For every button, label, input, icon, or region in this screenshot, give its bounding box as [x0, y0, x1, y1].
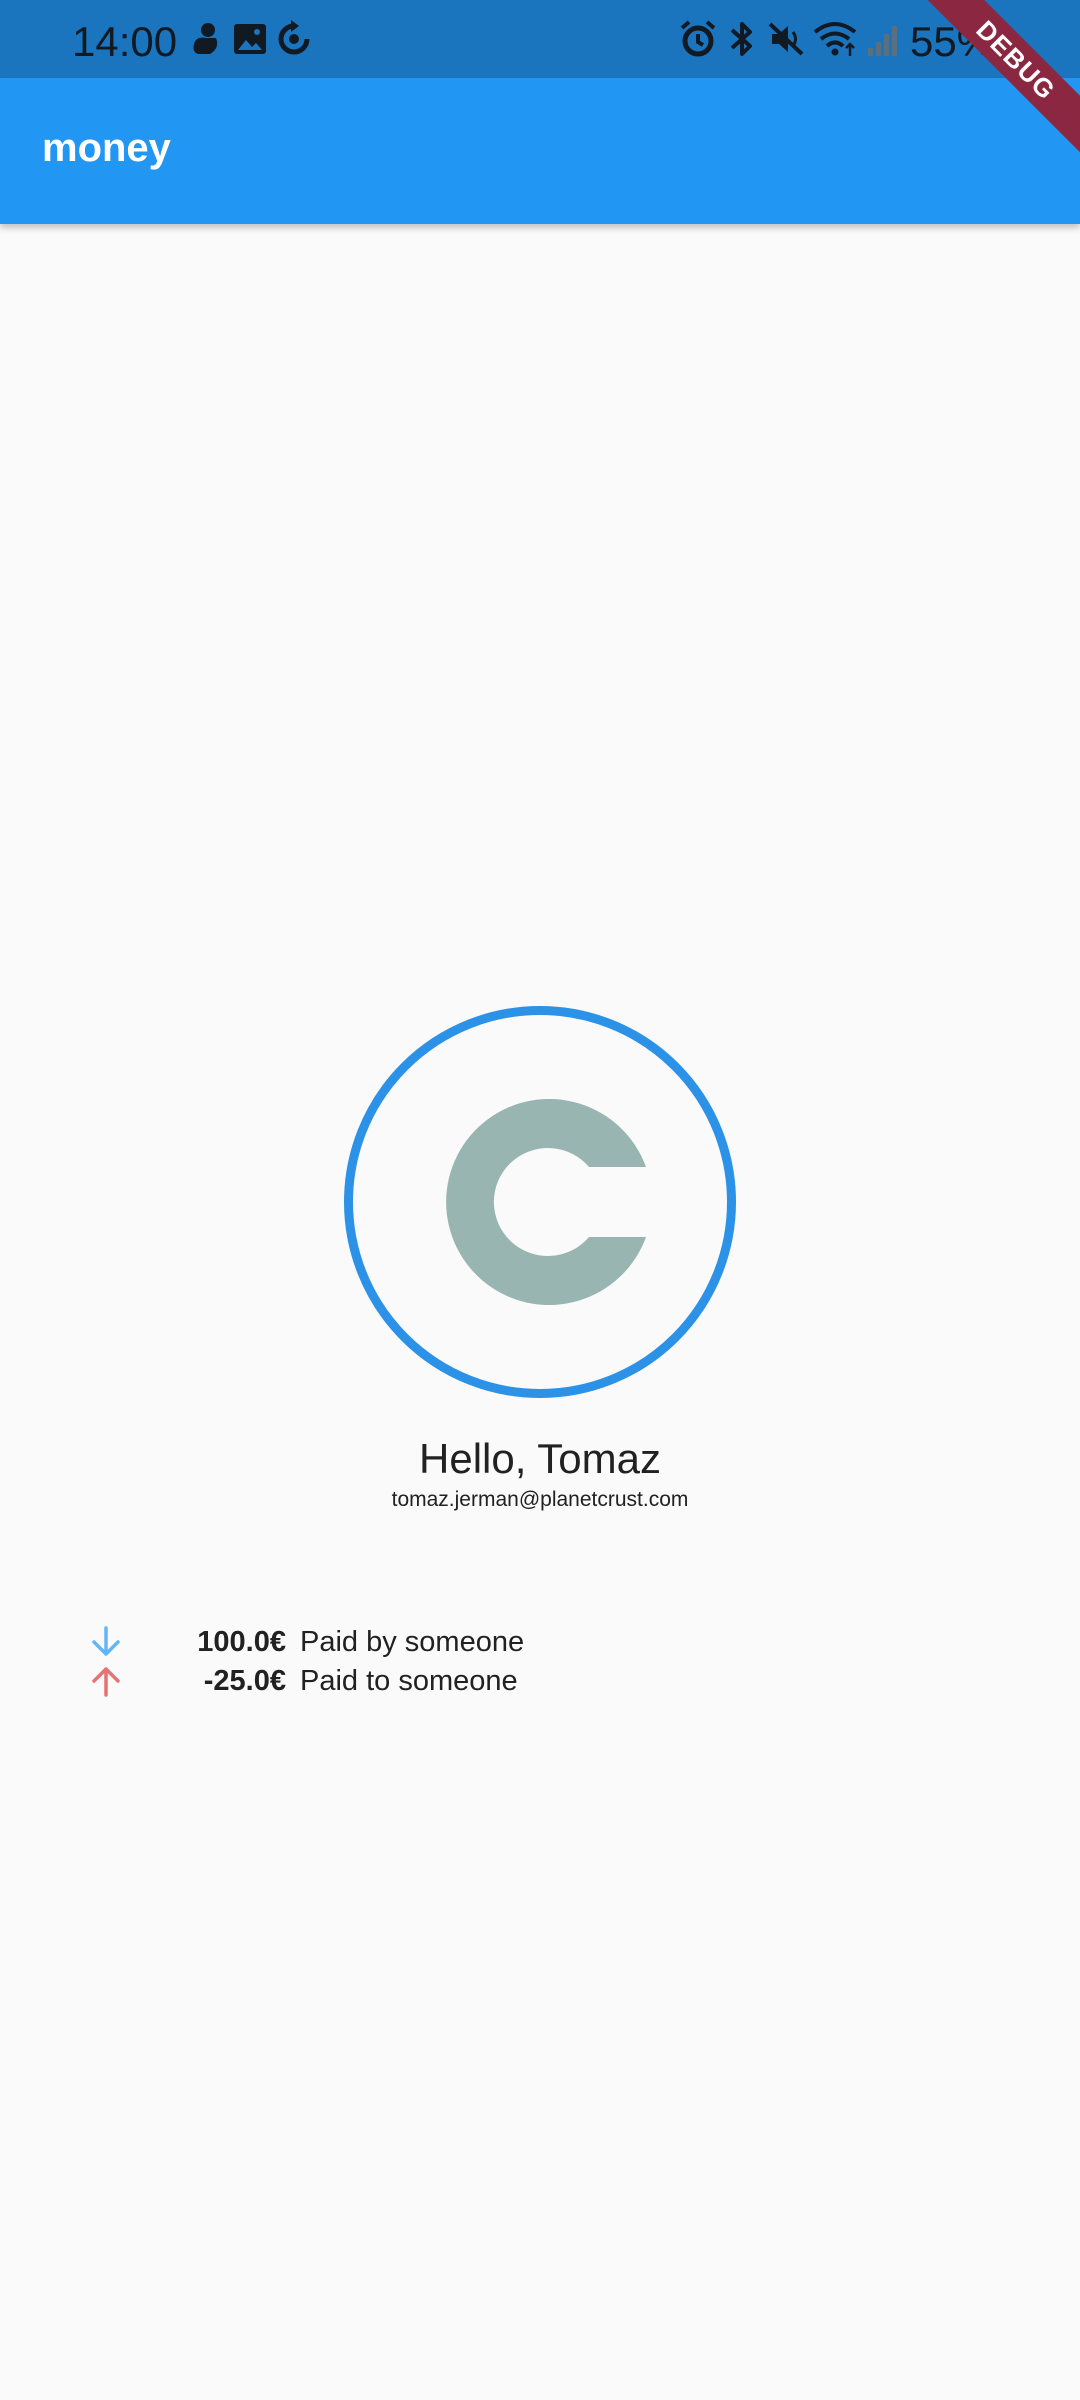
transaction-description: Paid to someone: [300, 1665, 518, 1697]
bluetooth-icon: [730, 22, 752, 56]
image-icon: [234, 24, 266, 54]
sync-icon: [278, 20, 310, 55]
alarm-icon: [680, 20, 716, 57]
transaction-row: -25.0€ Paid to someone: [0, 1663, 1080, 1703]
wifi-icon: [813, 22, 857, 56]
debug-label: DEBUG: [920, 0, 1080, 159]
transaction-row: 100.0€ Paid by someone: [0, 1624, 1080, 1664]
app-title: money: [42, 126, 171, 170]
duck-notification-icon: [193, 23, 218, 54]
email-text: tomaz.jerman@planetcrust.com: [391, 1488, 689, 1511]
app-bar: money: [0, 78, 1080, 224]
app-screen: 14:00 55% money DEBUG Hello, Tomaz tomaz…: [0, 0, 1080, 2400]
debug-banner: DEBUG: [920, 0, 1080, 160]
arrow-down-icon: [92, 1626, 120, 1656]
greeting-text: Hello, Tomaz: [419, 1435, 661, 1482]
status-bar: 14:00 55%: [0, 0, 1080, 78]
arrow-up-icon: [92, 1667, 120, 1697]
avatar: [344, 1006, 736, 1398]
transaction-amount: -25.0€: [203, 1665, 286, 1697]
transaction-description: Paid by someone: [300, 1626, 525, 1658]
signal-icon: [868, 26, 897, 56]
status-time: 14:00: [72, 18, 178, 65]
copyright-c-icon: [446, 1099, 646, 1305]
transaction-amount: 100.0€: [197, 1626, 286, 1658]
mute-icon: [768, 22, 804, 56]
